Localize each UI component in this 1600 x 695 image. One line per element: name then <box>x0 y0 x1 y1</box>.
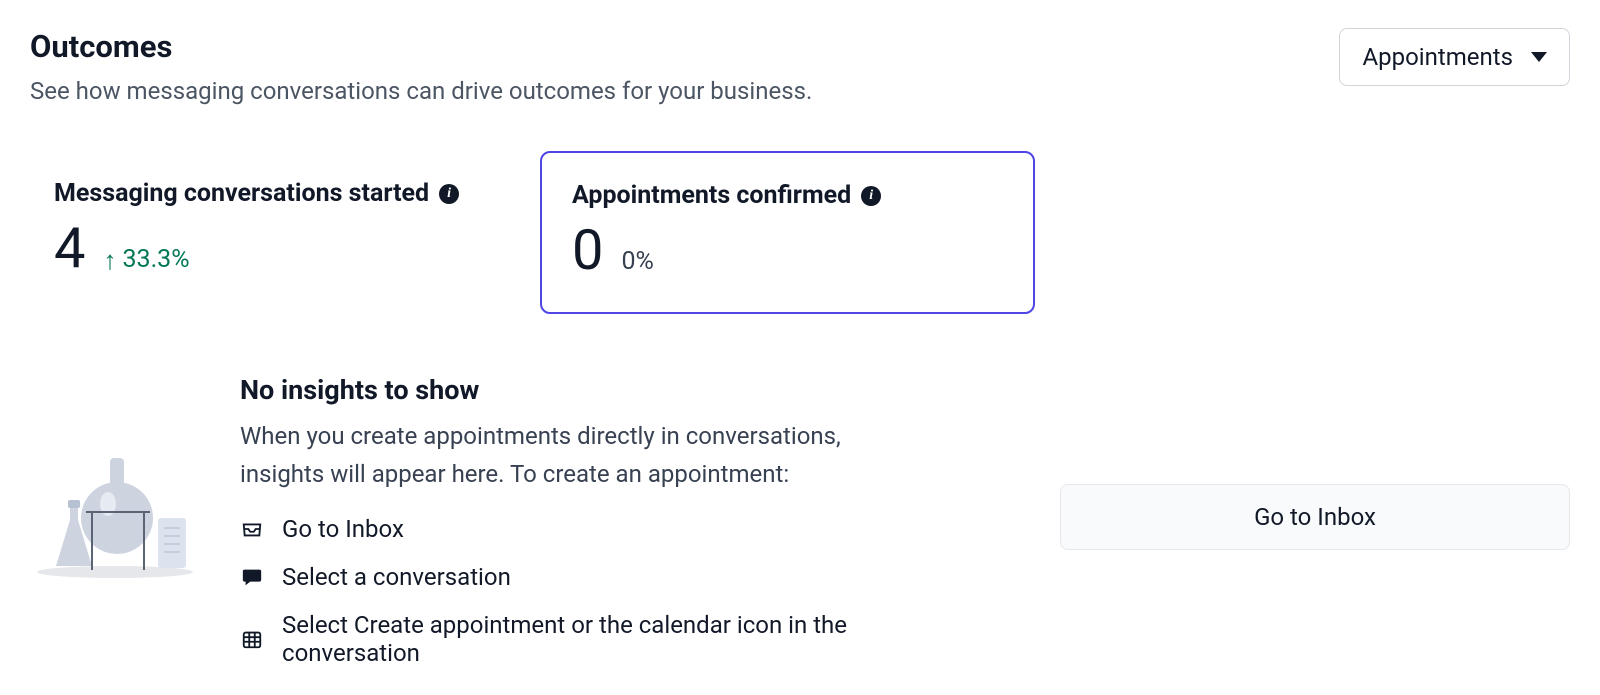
metric-appointments-confirmed[interactable]: Appointments confirmed i 0 0% <box>540 151 1035 314</box>
metric-change: ↑ 33.3% <box>103 245 189 274</box>
metric-secondary-value: 0% <box>621 247 653 276</box>
outcome-type-dropdown[interactable]: Appointments <box>1339 28 1570 86</box>
step-item: Select Create appointment or the calenda… <box>240 611 885 667</box>
go-to-inbox-button[interactable]: Go to Inbox <box>1060 484 1570 550</box>
step-label: Select Create appointment or the calenda… <box>282 611 885 667</box>
metric-label: Appointments confirmed <box>572 181 851 210</box>
insights-empty-title: No insights to show <box>240 374 885 406</box>
inbox-icon <box>240 517 264 541</box>
info-icon[interactable]: i <box>439 184 459 204</box>
metric-conversations-started[interactable]: Messaging conversations started i 4 ↑ 33… <box>30 151 510 314</box>
metric-value: 4 <box>54 220 85 276</box>
chat-icon <box>240 565 264 589</box>
arrow-up-icon: ↑ <box>103 248 116 274</box>
page-subtitle: See how messaging conversations can driv… <box>30 75 812 107</box>
dropdown-selected-label: Appointments <box>1362 43 1513 71</box>
empty-state-illustration <box>30 374 200 580</box>
calendar-icon <box>240 627 264 651</box>
chevron-down-icon <box>1531 52 1547 62</box>
step-item: Select a conversation <box>240 563 885 591</box>
metric-change-value: 33.3% <box>122 245 189 274</box>
page-title: Outcomes <box>30 28 812 65</box>
step-label: Select a conversation <box>282 563 511 591</box>
insights-empty-description: When you create appointments directly in… <box>240 418 885 492</box>
metric-label: Messaging conversations started <box>54 179 429 208</box>
step-item: Go to Inbox <box>240 515 885 543</box>
info-icon[interactable]: i <box>861 186 881 206</box>
step-label: Go to Inbox <box>282 515 404 543</box>
metric-value: 0 <box>572 222 603 278</box>
